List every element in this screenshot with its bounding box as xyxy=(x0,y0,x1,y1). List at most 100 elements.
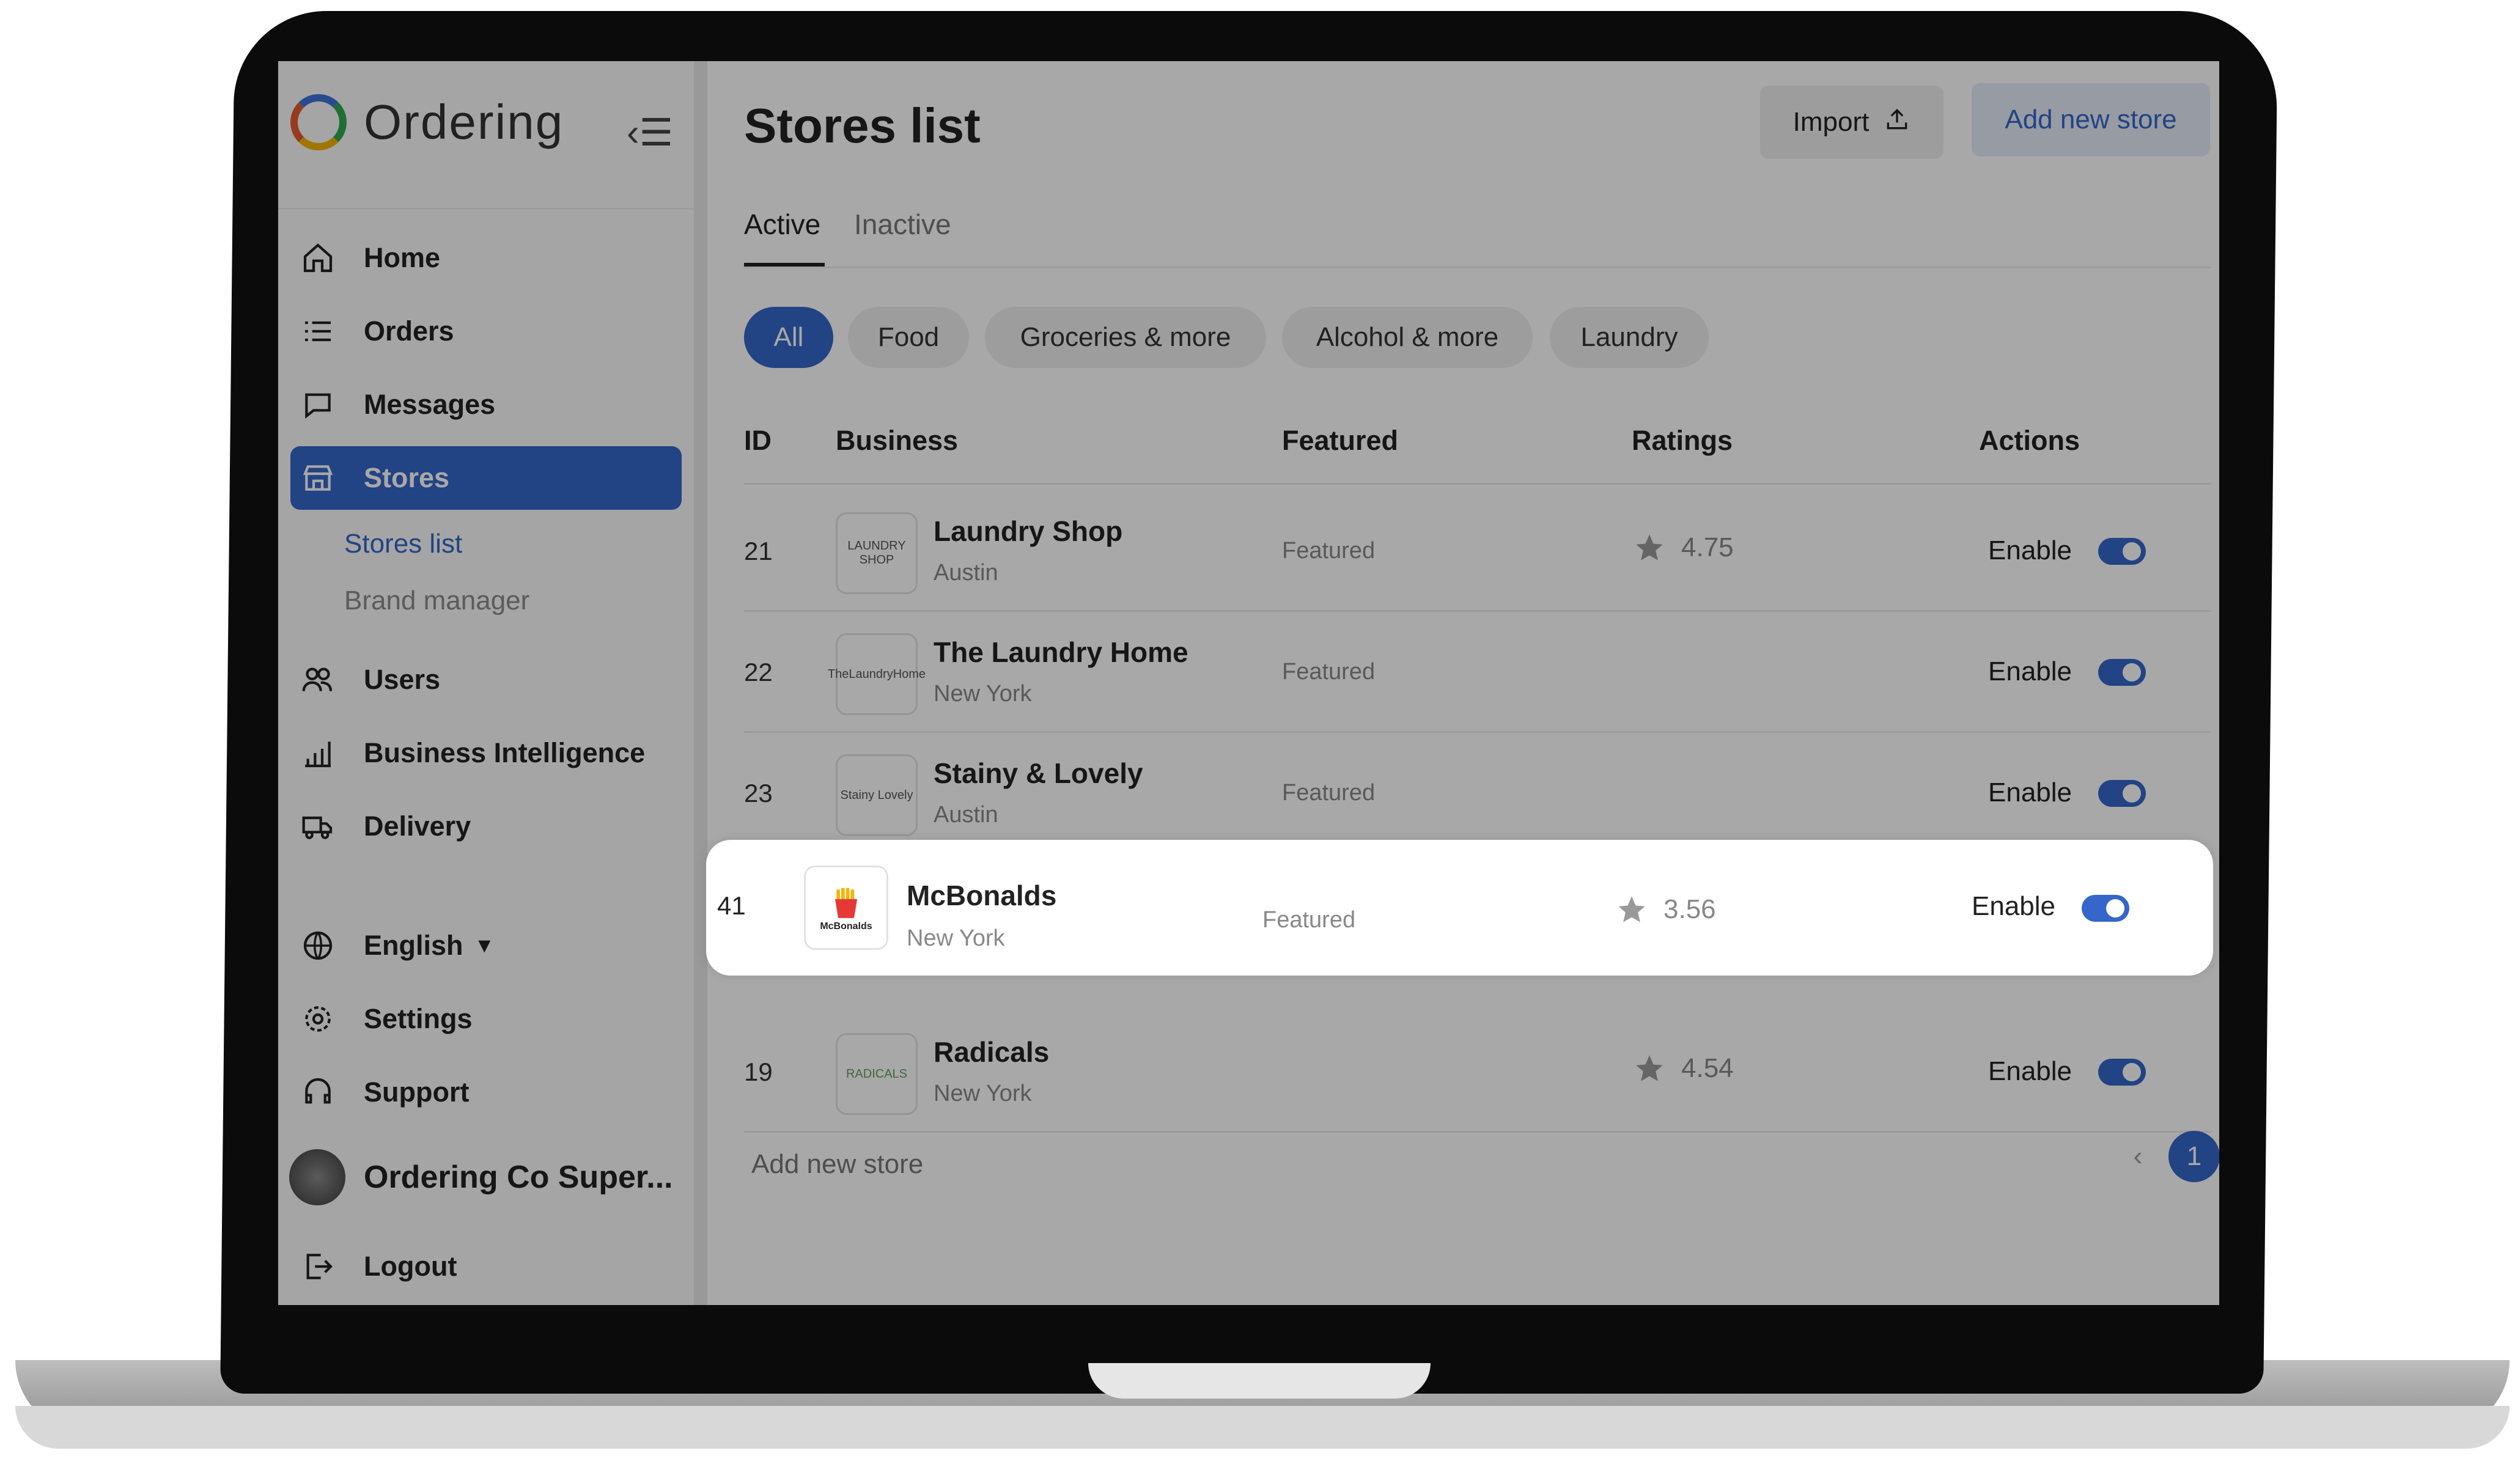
store-id: 41 xyxy=(717,891,746,920)
store-city: New York xyxy=(907,925,1005,951)
store-rating: 4.75 xyxy=(1634,532,1734,564)
star-icon xyxy=(1636,534,1663,561)
user-profile[interactable]: Ordering Co Super... xyxy=(289,1149,673,1205)
app-screen: Ordering ‹☰ Home Orders Messages Stores … xyxy=(278,61,2219,1305)
store-id: 21 xyxy=(744,537,773,565)
users-icon xyxy=(297,658,339,701)
sidebar-item-messages[interactable]: Messages xyxy=(290,373,682,436)
gear-icon xyxy=(297,998,339,1040)
tab-inactive[interactable]: Inactive xyxy=(854,208,951,241)
enable-toggle[interactable] xyxy=(2098,1059,2146,1086)
column-header-ratings: Ratings xyxy=(1632,425,1733,456)
enable-toggle[interactable] xyxy=(2082,895,2129,922)
enable-toggle[interactable] xyxy=(2098,659,2146,686)
sidebar-item-label: Support xyxy=(364,1076,470,1108)
add-new-store-link[interactable]: Add new store xyxy=(751,1149,923,1180)
store-city: Austin xyxy=(934,802,998,828)
store-icon xyxy=(297,457,339,499)
rating-value: 4.54 xyxy=(1681,1053,1734,1083)
enable-label: Enable xyxy=(1988,778,2072,807)
chat-bubble-icon xyxy=(297,383,339,426)
sidebar-item-label: Logout xyxy=(364,1251,457,1282)
store-id: 23 xyxy=(744,779,773,807)
store-id: 19 xyxy=(744,1057,773,1086)
store-logo: RADICALS xyxy=(836,1033,918,1115)
sidebar: Ordering ‹☰ Home Orders Messages Stores … xyxy=(278,61,707,1305)
sidebar-item-support[interactable]: Support xyxy=(290,1061,682,1124)
header-divider xyxy=(744,483,2211,485)
column-header-business: Business xyxy=(836,425,959,456)
brand-name: Ordering xyxy=(364,95,564,149)
sidebar-item-stores[interactable]: Stores xyxy=(290,446,682,510)
store-logo: Stainy Lovely xyxy=(836,754,918,836)
star-icon xyxy=(1636,1055,1663,1081)
filter-chip-laundry[interactable]: Laundry xyxy=(1550,307,1709,368)
sidebar-item-orders[interactable]: Orders xyxy=(290,300,682,363)
store-name: Stainy & Lovely xyxy=(934,757,1143,789)
store-logo-text: RADICALS xyxy=(846,1067,908,1081)
sidebar-item-delivery[interactable]: Delivery xyxy=(290,795,682,858)
table-row[interactable]: 22 TheLaundryHome The Laundry Home New Y… xyxy=(744,610,2211,733)
featured-label[interactable]: Featured xyxy=(1282,780,1375,806)
add-new-store-button[interactable]: Add new store xyxy=(1972,83,2210,156)
headset-icon xyxy=(297,1071,339,1114)
sidebar-item-label: Home xyxy=(364,242,441,273)
tabs-divider xyxy=(744,267,2211,268)
globe-icon xyxy=(297,924,339,967)
sidebar-item-users[interactable]: Users xyxy=(290,648,682,711)
language-selector[interactable]: English ▼ xyxy=(290,914,682,977)
sidebar-item-label: Business Intelligence xyxy=(364,737,646,768)
import-button[interactable]: Import xyxy=(1760,86,1943,159)
list-icon xyxy=(297,310,339,353)
store-id: 22 xyxy=(744,658,773,686)
store-logo-text: TheLaundryHome xyxy=(827,667,926,681)
featured-label[interactable]: Featured xyxy=(1282,538,1375,564)
column-header-featured: Featured xyxy=(1282,425,1399,456)
filter-chip-groceries[interactable]: Groceries & more xyxy=(985,307,1266,368)
tab-active[interactable]: Active xyxy=(744,208,820,241)
featured-label[interactable]: Featured xyxy=(1282,659,1375,685)
logout-icon xyxy=(297,1245,339,1288)
sidebar-subitem-stores-list[interactable]: Stores list xyxy=(344,529,462,559)
laptop-notch xyxy=(1088,1363,1431,1399)
avatar xyxy=(289,1149,345,1205)
divider xyxy=(278,208,694,210)
table-row[interactable]: 21 LAUNDRY SHOP Laundry Shop Austin Feat… xyxy=(744,489,2211,612)
store-logo: LAUNDRY SHOP xyxy=(836,512,918,594)
sidebar-item-business-intelligence[interactable]: Business Intelligence xyxy=(290,721,682,785)
sidebar-item-label: Messages xyxy=(364,389,496,420)
collapse-menu-icon[interactable]: ‹☰ xyxy=(627,110,673,155)
page-1-button[interactable]: 1 xyxy=(2168,1131,2219,1182)
table-row[interactable]: 23 Stainy Lovely Stainy & Lovely Austin … xyxy=(744,731,2211,854)
sidebar-item-logout[interactable]: Logout xyxy=(290,1235,682,1298)
ordering-logo-icon xyxy=(290,94,347,150)
page-title: Stores list xyxy=(744,98,981,153)
store-city: New York xyxy=(934,681,1032,707)
store-logo-text: McBonalds xyxy=(820,921,872,932)
sidebar-item-settings[interactable]: Settings xyxy=(290,987,682,1051)
bar-chart-icon xyxy=(297,732,339,774)
active-tab-indicator xyxy=(744,263,825,267)
store-city: New York xyxy=(934,1081,1032,1106)
sidebar-item-label: Orders xyxy=(364,315,454,347)
featured-label[interactable]: Featured xyxy=(1262,907,1355,933)
enable-toggle[interactable] xyxy=(2098,538,2146,565)
store-logo-text: Stainy Lovely xyxy=(840,788,913,802)
sidebar-subitem-brand-manager[interactable]: Brand manager xyxy=(344,586,529,616)
fries-icon xyxy=(834,888,858,918)
main-content: Stores list Import Add new store Active … xyxy=(707,61,2219,1305)
previous-page-icon[interactable]: ‹ xyxy=(2120,1131,2156,1182)
star-icon xyxy=(1618,896,1645,922)
brand[interactable]: Ordering xyxy=(290,86,564,159)
filter-chip-alcohol[interactable]: Alcohol & more xyxy=(1282,307,1533,368)
sidebar-item-home[interactable]: Home xyxy=(290,226,682,290)
home-icon xyxy=(297,237,339,279)
highlighted-table-row[interactable]: 41 McBonalds McBonalds New York Featured… xyxy=(706,840,2213,976)
filter-chip-all[interactable]: All xyxy=(744,307,833,368)
rating-value: 4.75 xyxy=(1681,532,1734,562)
filter-chip-food[interactable]: Food xyxy=(848,307,969,368)
store-name: The Laundry Home xyxy=(934,636,1188,668)
enable-toggle[interactable] xyxy=(2098,780,2146,807)
column-header-id: ID xyxy=(744,425,772,456)
table-row[interactable]: 19 RADICALS Radicals New York 4.54 Enabl… xyxy=(744,1010,2211,1133)
